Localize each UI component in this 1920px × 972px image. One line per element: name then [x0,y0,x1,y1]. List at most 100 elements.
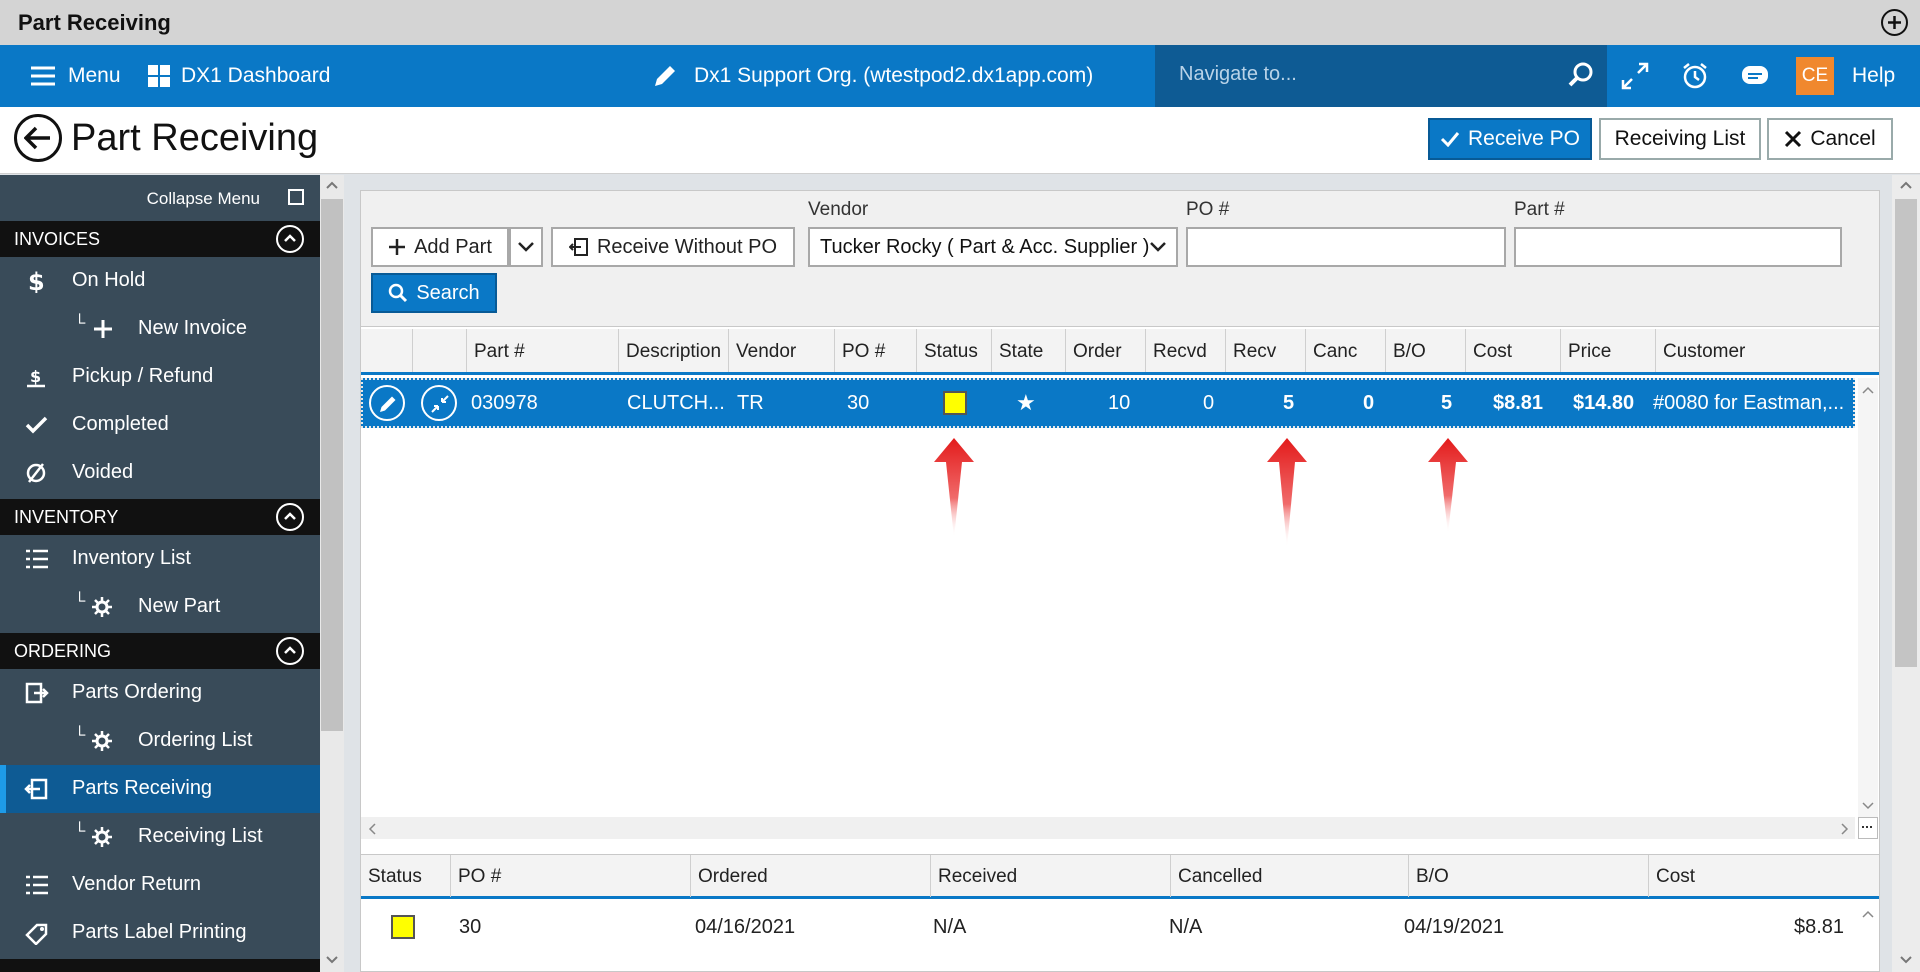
grid-col-part[interactable]: Part # [467,329,619,372]
collapse-row-button[interactable] [421,385,457,421]
grid-col-bo[interactable]: B/O [1386,329,1466,372]
detail-col-cancelled[interactable]: Cancelled [1171,855,1409,897]
more-icon [1862,826,1874,828]
row-recv[interactable]: 5 [1283,380,1294,426]
row-customer: #0080 for Eastman,... [1653,392,1845,414]
dashboard-button[interactable]: DX1 Dashboard [147,45,330,107]
user-avatar[interactable]: CE [1796,57,1834,95]
po-input[interactable] [1186,227,1506,267]
sidebar-item-receiving-list[interactable]: └ Receiving List [0,813,320,861]
grid-col-customer[interactable]: Customer [1656,329,1879,372]
collapse-icon[interactable] [288,189,304,205]
chat-icon[interactable] [1740,45,1770,107]
row-recvd: 0 [1203,392,1215,414]
sidebar-item-ordering-list[interactable]: └ Ordering List [0,717,320,765]
alarm-clock-icon[interactable] [1680,45,1710,107]
grid-col-state[interactable]: State [992,329,1066,372]
grid-col-recv[interactable]: Recv [1226,329,1306,372]
sidebar-item-pickup-refund[interactable]: $ Pickup / Refund [0,353,320,401]
section-ordering-label: ORDERING [14,641,112,661]
sidebar-item-new-invoice[interactable]: └ New Invoice [0,305,320,353]
detail-col-po[interactable]: PO # [451,855,691,897]
receive-without-po-button[interactable]: Receive Without PO [551,227,795,267]
add-part-dropdown[interactable] [509,227,543,267]
sidebar-item-completed[interactable]: Completed [0,401,320,449]
grid-horizontal-scrollbar[interactable] [361,817,1855,839]
sidebar-item-vendor-return[interactable]: Vendor Return [0,861,320,909]
detail-col-status[interactable]: Status [361,855,451,897]
search-button[interactable]: Search [371,273,497,313]
sidebar-item-inventory-list[interactable]: Inventory List [0,535,320,583]
detail-received: N/A [933,916,967,938]
section-next[interactable] [0,959,320,972]
receive-po-button[interactable]: Receive PO [1428,118,1592,160]
detail-bo: 04/19/2021 [1404,916,1505,938]
scroll-down-icon[interactable] [1900,956,1912,964]
receiving-list-button[interactable]: Receiving List [1599,118,1761,160]
status-indicator [943,391,967,415]
grid-col-canc[interactable]: Canc [1306,329,1386,372]
scroll-up-icon[interactable] [1862,386,1874,394]
add-part-button[interactable]: Add Part [371,227,509,267]
scroll-up-icon[interactable] [1862,910,1874,918]
search-input[interactable]: Navigate to... [1179,63,1297,86]
help-link[interactable]: Help [1852,45,1895,107]
edit-row-button[interactable] [369,385,405,421]
detail-col-ordered[interactable]: Ordered [691,855,931,897]
fullscreen-icon[interactable] [1620,45,1650,107]
section-inventory[interactable]: INVENTORY [0,499,320,535]
org-selector[interactable]: Dx1 Support Org. (wtestpod2.dx1app.com) [652,45,1093,107]
scroll-right-icon[interactable] [1841,823,1849,835]
grid-col-recvd[interactable]: Recvd [1146,329,1226,372]
page-scrollbar[interactable] [1892,175,1920,972]
chevron-up-icon[interactable] [276,503,304,531]
part-number-input[interactable] [1514,227,1842,267]
chevron-up-icon[interactable] [276,225,304,253]
grid-col-price[interactable]: Price [1561,329,1656,372]
detail-col-cost[interactable]: Cost [1649,855,1879,897]
scroll-down-icon[interactable] [326,956,338,964]
scroll-down-icon[interactable] [1862,802,1874,810]
grid-vertical-scrollbar[interactable] [1858,378,1878,818]
collapse-menu[interactable]: Collapse Menu [0,175,320,219]
detail-col-received[interactable]: Received [931,855,1171,897]
sidebar-item-parts-ordering[interactable]: Parts Ordering [0,669,320,717]
grid-col-cost[interactable]: Cost [1466,329,1561,372]
section-invoices[interactable]: INVOICES [0,221,320,257]
vendor-select[interactable]: Tucker Rocky ( Part & Acc. Supplier ) [808,227,1178,267]
grid-col-status[interactable]: Status [917,329,992,372]
row-canc[interactable]: 0 [1363,380,1374,426]
vendor-select-value: Tucker Rocky ( Part & Acc. Supplier ) [820,235,1150,258]
scroll-up-icon[interactable] [1900,181,1912,189]
menu-button[interactable]: Menu [30,45,121,107]
search-icon[interactable] [1567,61,1595,89]
detail-row[interactable]: 30 04/16/2021 N/A N/A 04/19/2021 $8.81 [361,902,1855,952]
grid-col-po[interactable]: PO # [835,329,917,372]
sidebar-scrollbar[interactable] [320,175,344,972]
chevron-up-icon[interactable] [276,637,304,665]
page-header: Part Receiving Receive PO Receiving List… [0,107,1920,174]
sidebar-item-parts-label-printing[interactable]: Parts Label Printing [0,909,320,957]
grid-options-button[interactable] [1858,817,1878,839]
sidebar-item-new-part[interactable]: └ New Part [0,583,320,631]
section-ordering[interactable]: ORDERING [0,633,320,669]
sidebar-item-parts-receiving[interactable]: Parts Receiving [0,765,320,813]
sidebar-item-on-hold[interactable]: $ On Hold [0,257,320,305]
scroll-left-icon[interactable] [368,823,376,835]
menu-label: Menu [68,64,121,87]
detail-col-bo[interactable]: B/O [1409,855,1649,897]
sidebar-item-voided[interactable]: Voided [0,449,320,497]
grid-col-description[interactable]: Description [619,329,729,372]
part-number-label: Part # [1514,199,1565,220]
page-scroll-thumb[interactable] [1895,199,1917,667]
sidebar-scroll-thumb[interactable] [321,199,343,731]
table-row[interactable]: 030978 CLUTCH... TR 30 ★ 10 0 5 0 5 $8.8… [361,378,1855,428]
add-window-icon[interactable] [1881,9,1908,36]
scroll-up-icon[interactable] [326,181,338,189]
grid-col-order[interactable]: Order [1066,329,1146,372]
back-button[interactable] [14,114,62,162]
cancel-button[interactable]: Cancel [1767,118,1893,160]
sidebar-item-label: Ordering List [138,729,253,751]
grid-col-vendor[interactable]: Vendor [729,329,835,372]
navigate-search[interactable]: Navigate to... [1155,45,1607,107]
